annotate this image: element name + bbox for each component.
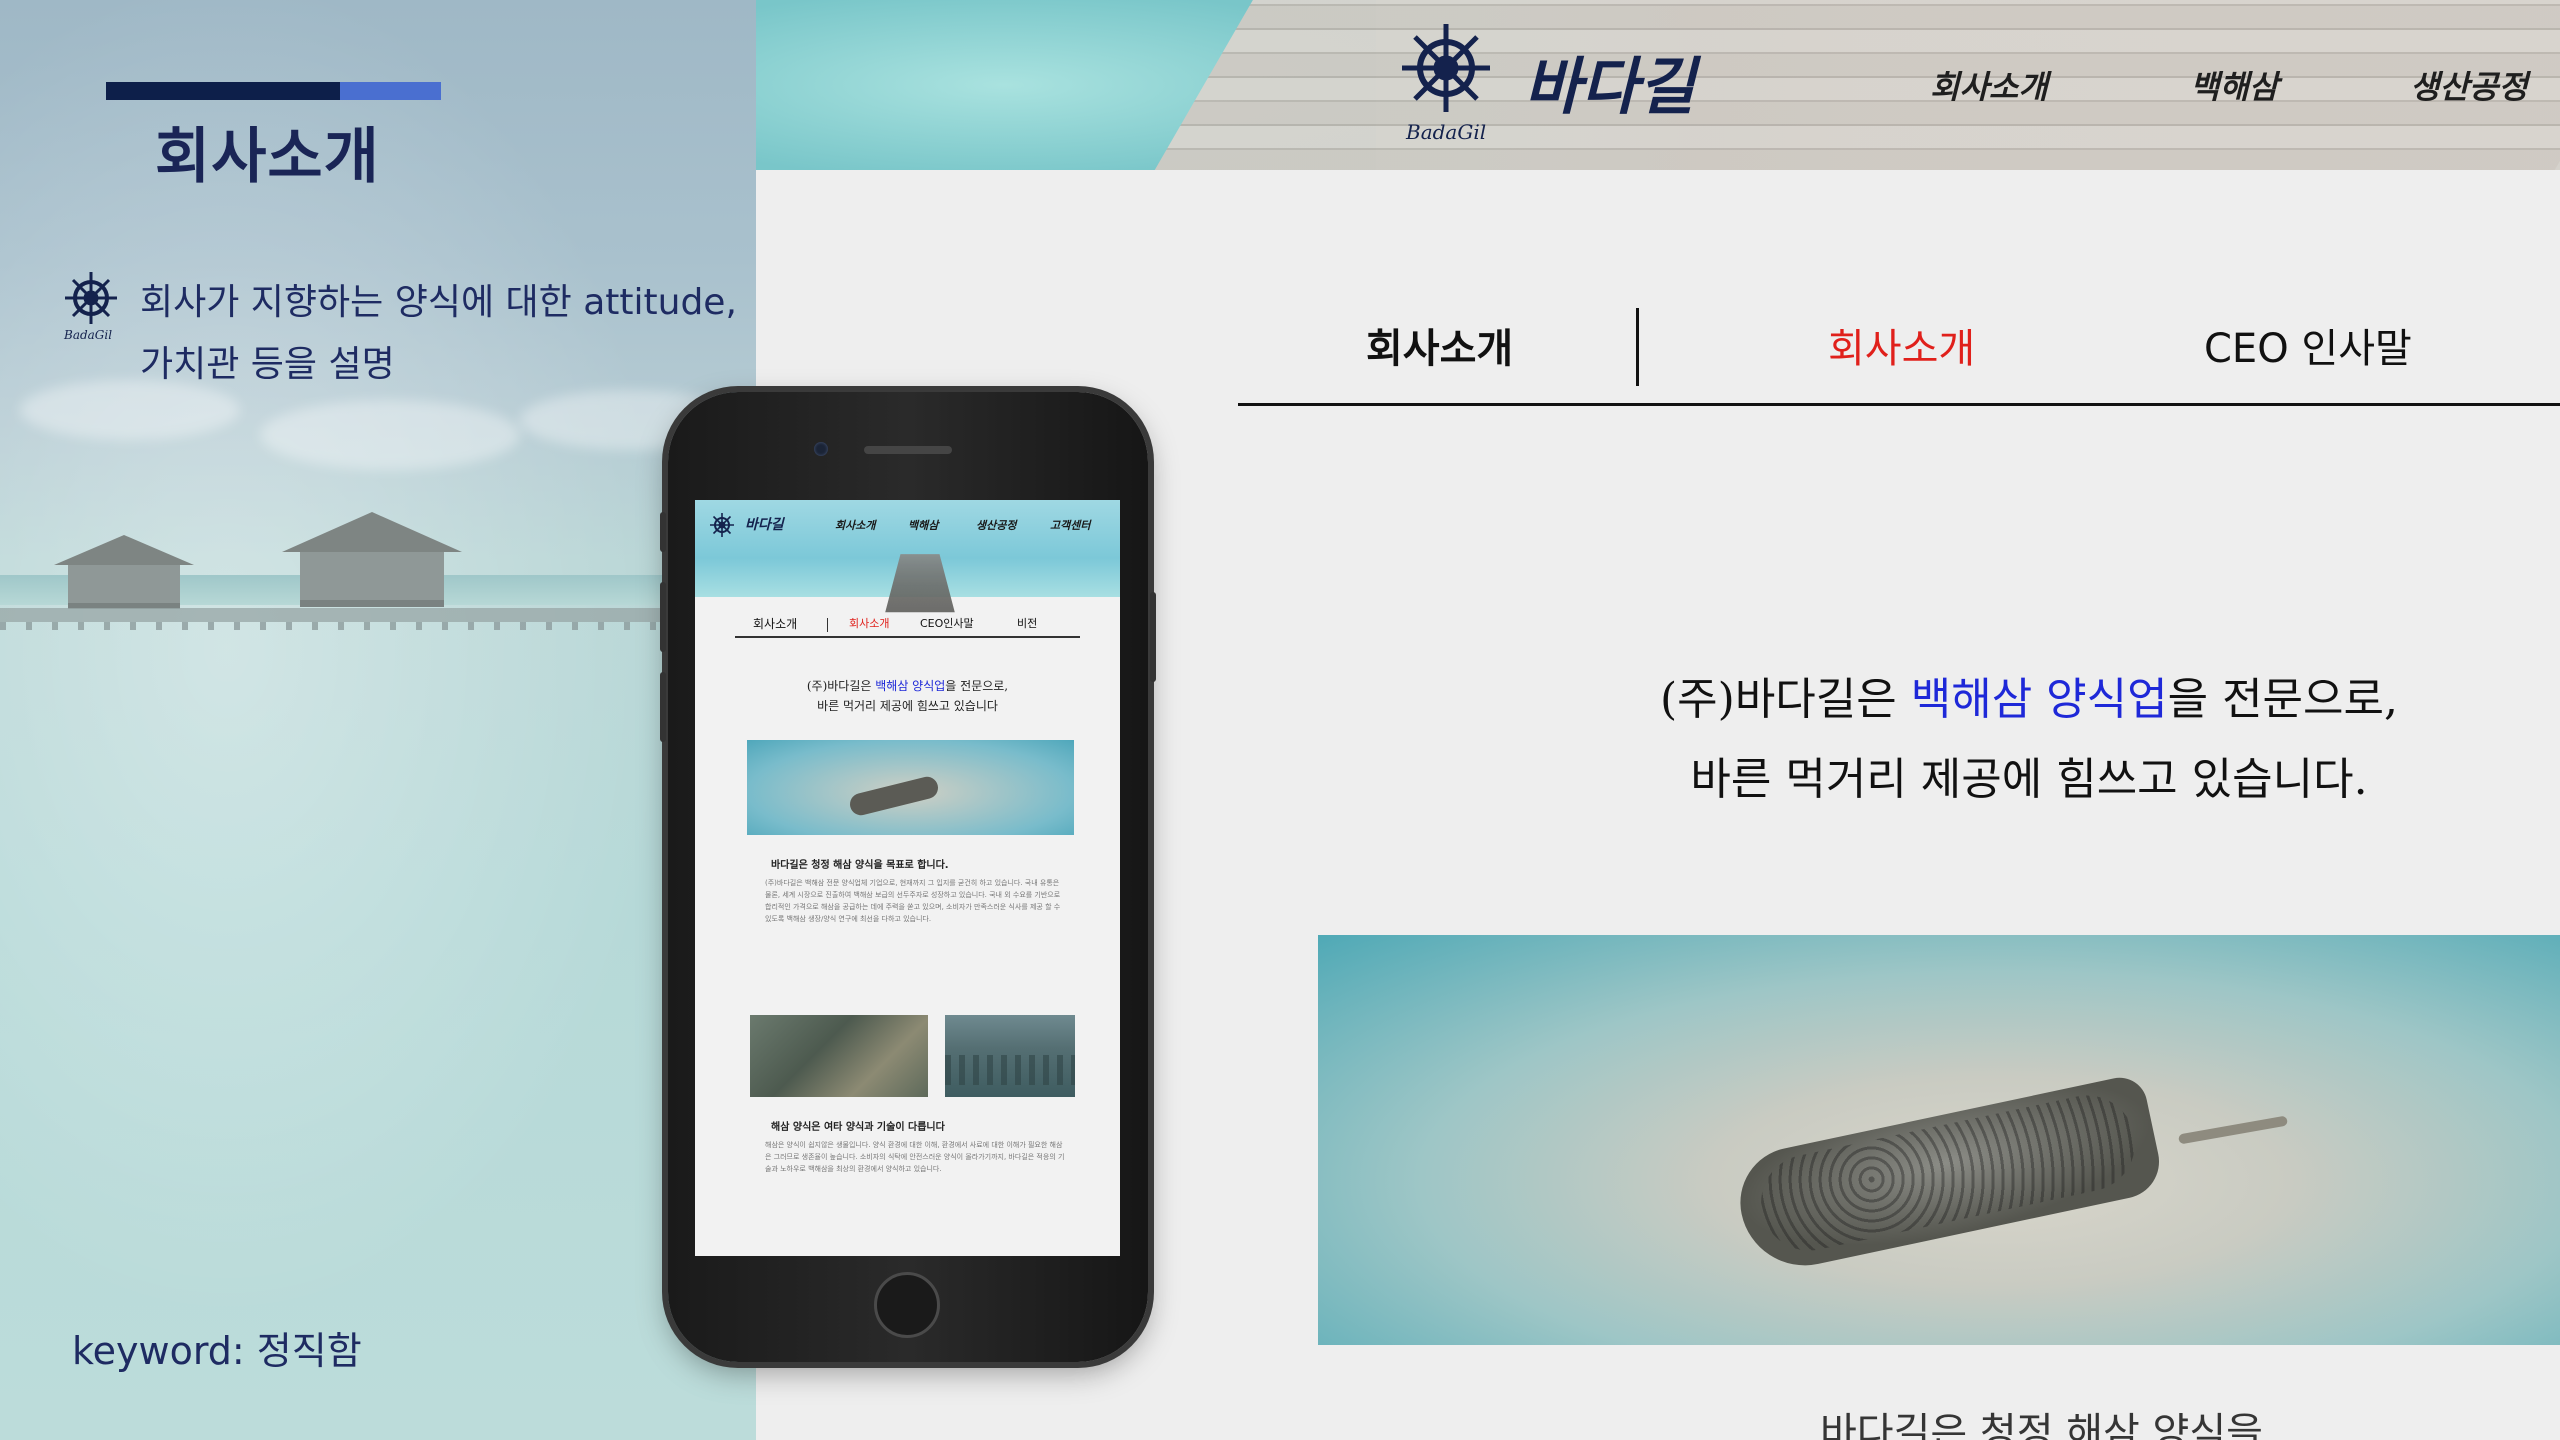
mobile-section-title: 회사소개 [753,617,798,631]
keyword-text: keyword: 정직함 [72,1329,362,1373]
phone-power-button [1150,592,1156,682]
mobile-tab-company[interactable]: 회사소개 [849,615,889,631]
sea-cucumber-photo [1318,935,2560,1345]
description-line-1: 회사가 지향하는 양식에 대한 attitude, [140,282,737,323]
partial-heading-text: 바다길은 청정 해삼 양식을 [1820,1410,2263,1440]
section-title: 회사소개 [1366,326,1514,372]
mobile-lead: (주)바다길은 백해삼 양식업을 전문으로, 바른 먹거리 제공에 힘쓰고 있습… [695,676,1120,716]
nav-item-process[interactable]: 생산공정 [2410,62,2528,108]
mobile-tab-ceo[interactable]: CEO인사말 [920,615,974,631]
nav-item-sea-cucumber[interactable]: 백해삼 [2190,62,2278,108]
lead-text: (주)바다길은 백해삼 양식업을 전문으로, 바른 먹거리 제공에 힘쓰고 있습… [1238,660,2560,820]
description: 회사가 지향하는 양식에 대한 attitude, 가치관 등을 설명 [140,272,740,396]
mobile-nav-support[interactable]: 고객센터 [1050,517,1090,533]
mobile-lead-line-2: 바른 먹거리 제공에 힘쓰고 있습니다 [817,699,998,713]
phone-speaker [864,446,952,454]
mobile-heading-2: 해삼 양식은 여타 양식과 기술이 다릅니다 [771,1122,945,1133]
sub-tabs: 회사소개 회사소개 CEO 인사말 [1238,280,2560,406]
mobile-brand[interactable]: 바다길 [745,514,784,534]
title-accent-bar-blue [340,82,441,100]
tab-divider [1636,308,1639,386]
lead-post: 을 전문으로, [2167,674,2398,725]
mobile-body-2: 해삼은 양식이 쉽지않은 생물입니다. 양식 환경에 대한 이해, 환경에서 사… [765,1141,1065,1173]
mobile-body-1: (주)바다길은 백해삼 전문 양식업체 기업으로, 현재까지 그 입지를 굳건히… [765,879,1061,923]
mobile-lead-highlight: 백해삼 양식업 [875,679,946,693]
ship-wheel-icon: BadaGil [58,268,124,348]
left-panel: 회사소개 BadaGil 회사가 지향하는 양식에 대한 attitude, 가… [0,0,756,1440]
mobile-farm-photo [750,1015,928,1097]
mobile-nav-company[interactable]: 회사소개 [835,517,875,533]
phone-screen: 바다길 회사소개 백해삼 생산공정 고객센터 회사소개 회사소개 CEO인사말 … [695,500,1120,1256]
lead-line-1: (주)바다길은 백해삼 양식업을 전문으로, [1238,660,2560,740]
mobile-lead-line-1: (주)바다길은 백해삼 양식업을 전문으로, [695,676,1120,696]
overwater-hut-2 [272,512,472,616]
phone-side-button [660,512,666,552]
mobile-tabs: 회사소개 회사소개 CEO인사말 비전 [735,610,1080,638]
brand-name-en: BadaGil [1406,120,1487,144]
mobile-heading-1: 바다길은 청정 해삼 양식을 목표로 합니다. [771,860,949,871]
mobile-sea-cucumber-photo [747,740,1074,835]
mobile-tab-vision[interactable]: 비전 [1017,615,1037,631]
title-accent-bar-dark [106,82,340,100]
phone-volume-up [660,582,666,652]
mobile-nav-sea-cucumber[interactable]: 백해삼 [908,517,938,533]
mobile-nav-process[interactable]: 생산공정 [976,517,1016,533]
phone-camera [814,442,828,456]
page-title: 회사소개 [155,122,380,192]
lead-line-2: 바른 먹거리 제공에 힘쓰고 있습니다. [1690,754,2368,805]
site-logo[interactable]: 바다길 BadaGil [1400,22,1720,152]
lead-highlight: 백해삼 양식업 [1910,674,2168,725]
tab-ceo-greeting[interactable]: CEO 인사말 [2204,316,2412,374]
mobile-lead-post: 을 전문으로, [945,679,1009,693]
brand-name: 바다길 [1524,50,1696,123]
nav-item-company[interactable]: 회사소개 [1930,62,2048,108]
ship-wheel-icon [1402,24,1490,112]
overwater-hut-1 [44,535,204,619]
description-line-2: 가치관 등을 설명 [140,344,395,385]
mobile-lead-pre: (주)바다길은 [806,679,876,693]
tab-company-intro[interactable]: 회사소개 [1828,316,1975,374]
phone-home-button [874,1272,940,1338]
phone-volume-down [660,672,666,742]
mobile-sea-farm-photo [945,1015,1075,1097]
ship-wheel-icon [710,513,734,537]
mobile-tab-divider [827,618,828,632]
lead-pre: (주)바다길은 [1660,674,1911,725]
icon-brand-text: BadaGil [64,328,113,342]
